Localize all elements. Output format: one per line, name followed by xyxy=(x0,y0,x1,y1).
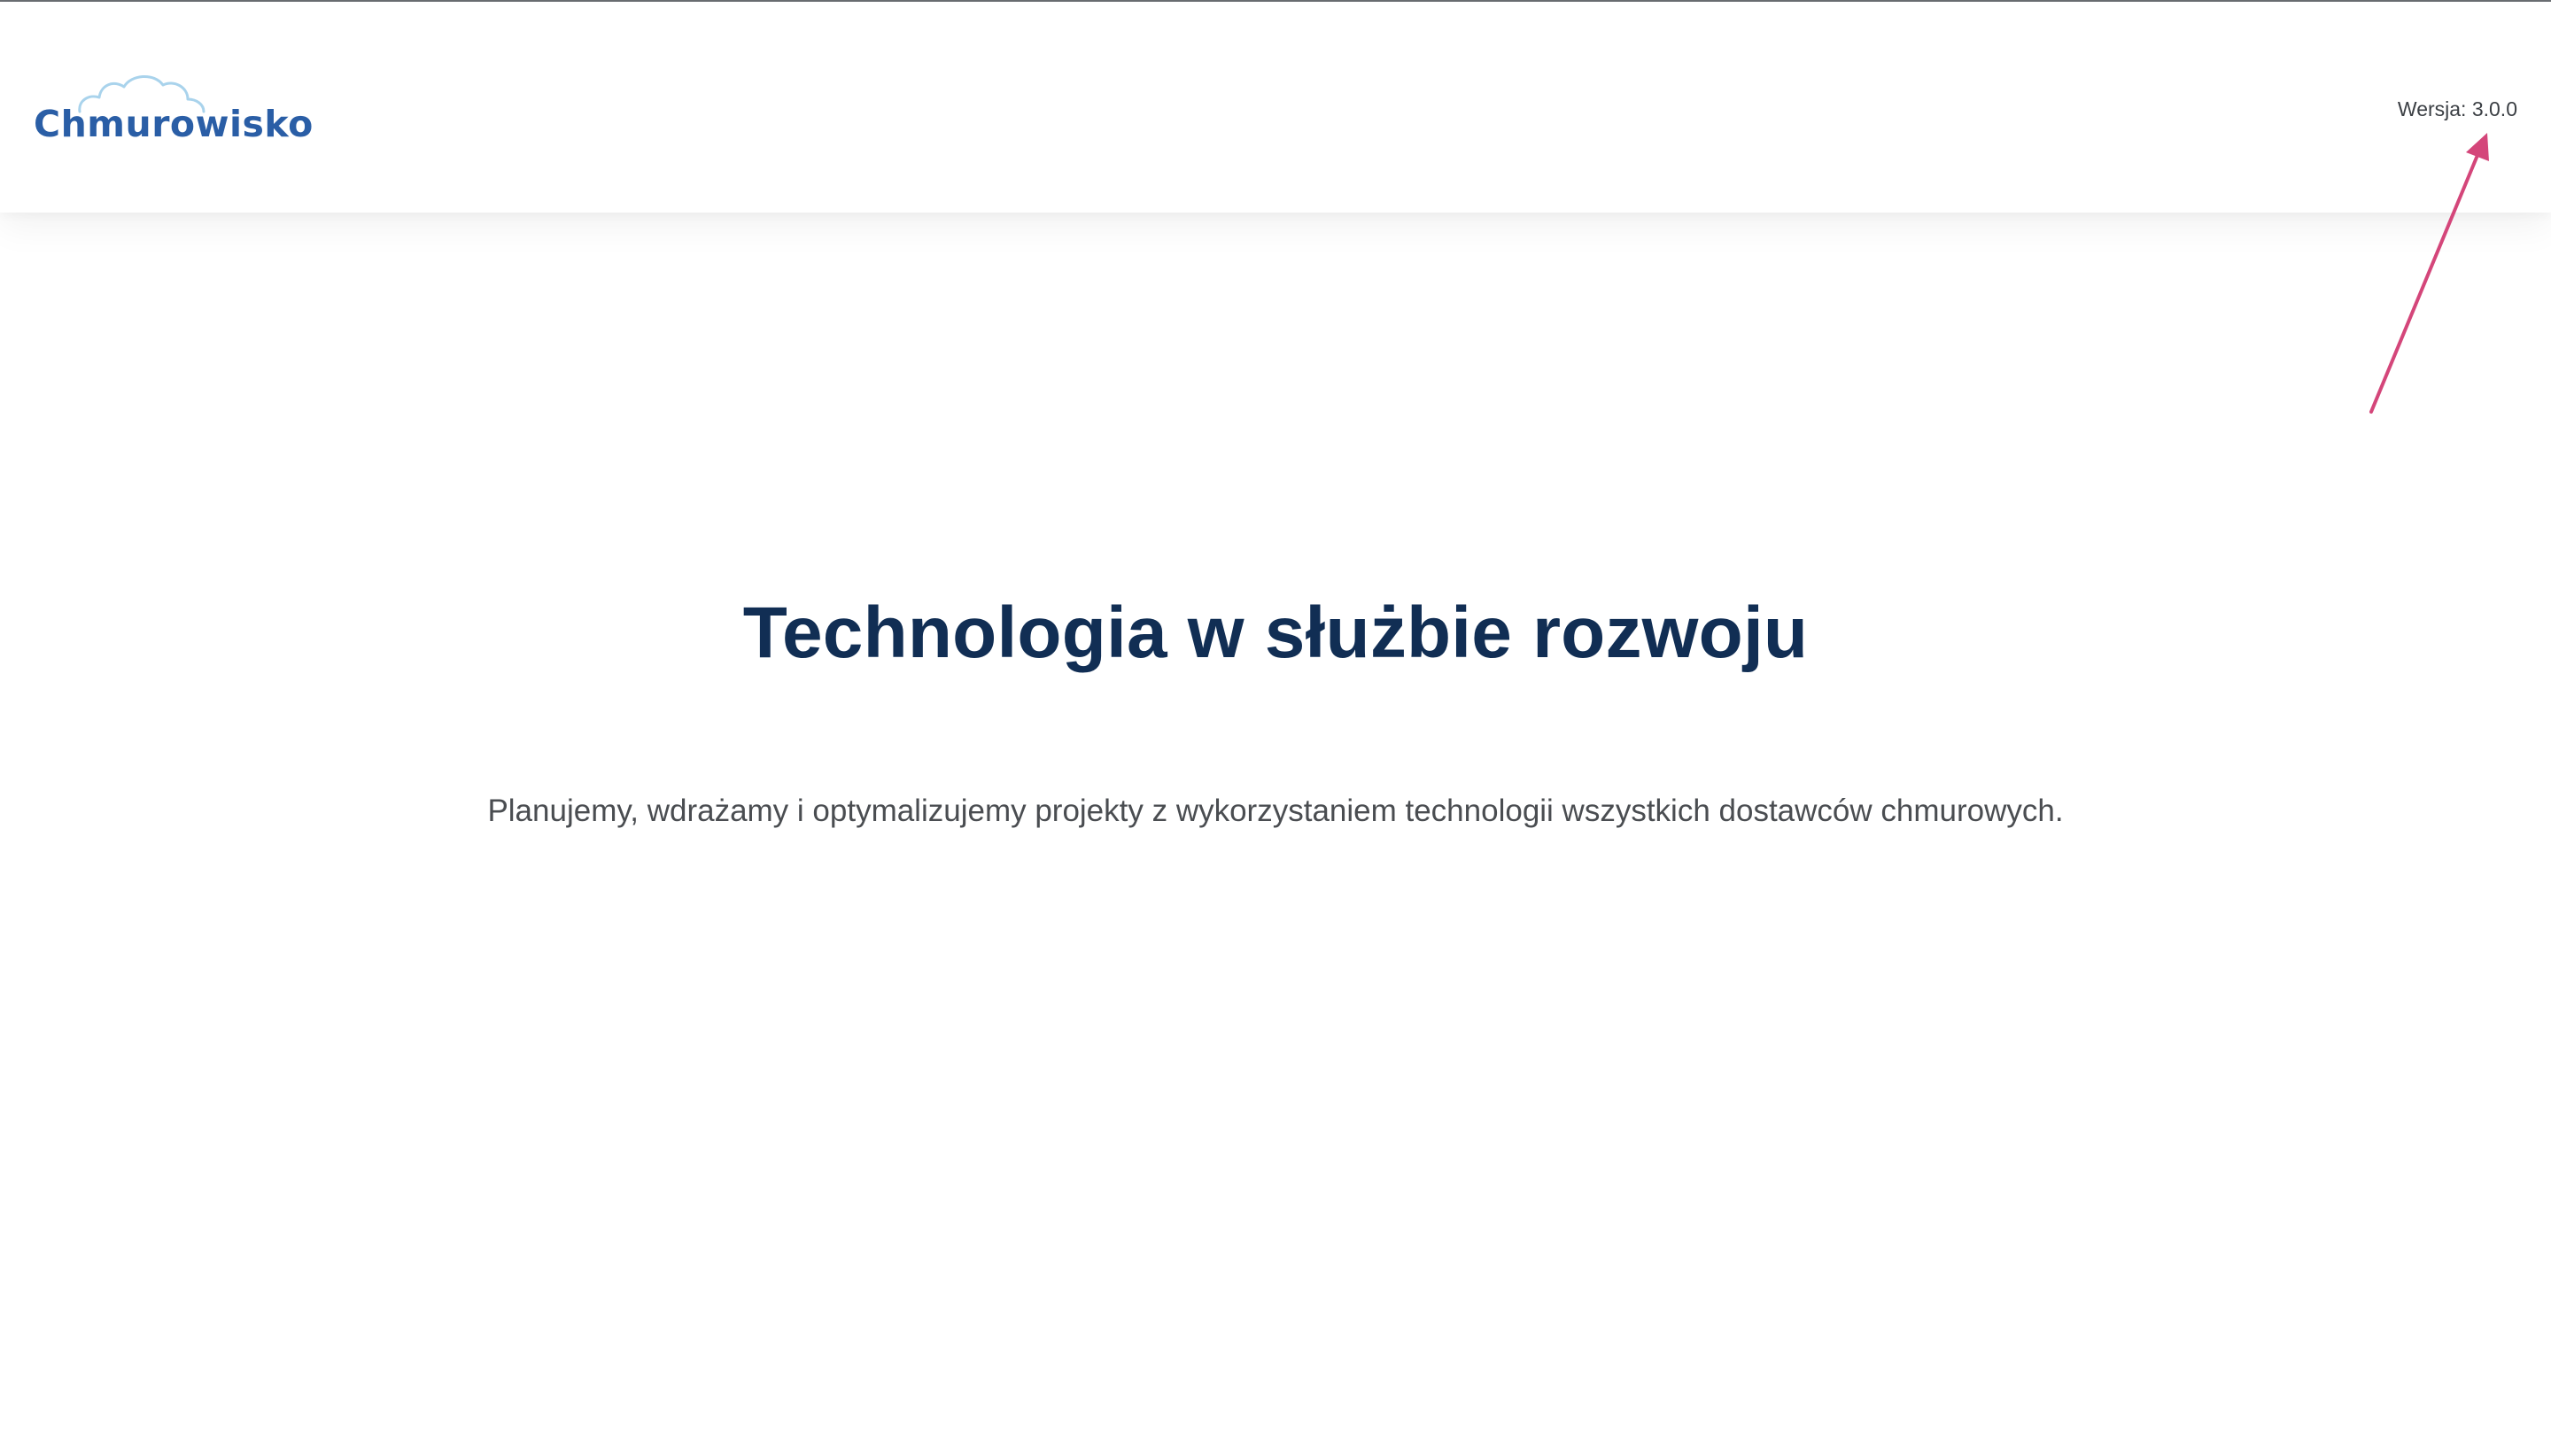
site-header: Chmurowisko Wersja: 3.0.0 xyxy=(0,2,2551,213)
page: Chmurowisko Wersja: 3.0.0 Technologia w … xyxy=(0,0,2551,1456)
arrow-icon xyxy=(2369,133,2489,414)
logo-text: Chmurowisko xyxy=(34,103,314,145)
version-label: Wersja: 3.0.0 xyxy=(2397,97,2517,120)
logo-link[interactable]: Chmurowisko xyxy=(34,73,313,152)
hero-subtitle: Planujemy, wdrażamy i optymalizujemy pro… xyxy=(487,794,2064,828)
hero-title: Technologia w służbie rozwoju xyxy=(742,592,1809,673)
